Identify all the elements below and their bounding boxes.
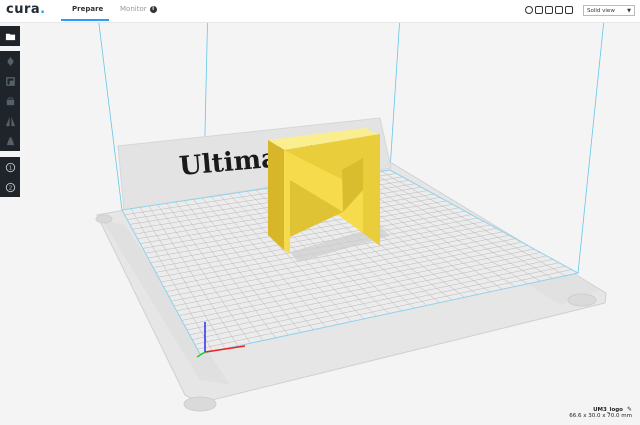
mirror-icon bbox=[5, 116, 15, 126]
mirror-tool-button[interactable] bbox=[0, 111, 20, 131]
active-tab-indicator bbox=[61, 19, 109, 21]
logo-text: cura bbox=[6, 2, 41, 17]
rotate-icon bbox=[6, 96, 14, 105]
camera-view-buttons bbox=[525, 6, 575, 25]
tab-monitor-label: Monitor bbox=[120, 5, 147, 13]
view-left-icon[interactable] bbox=[555, 6, 563, 14]
view-top-icon[interactable] bbox=[545, 6, 553, 14]
move-tool-button[interactable] bbox=[0, 51, 20, 71]
folder-icon bbox=[5, 33, 15, 40]
per-model-settings-button[interactable] bbox=[0, 131, 20, 151]
extruder-2-icon: 2 bbox=[5, 182, 15, 192]
view-mode-select[interactable]: Solid view ▼ bbox=[583, 5, 635, 16]
top-bar: cura. Prepare Monitor i Solid view ▼ bbox=[0, 0, 640, 23]
chevron-down-icon: ▼ bbox=[627, 8, 631, 14]
cura-logo: cura. bbox=[6, 2, 46, 17]
view-front-icon[interactable] bbox=[535, 6, 543, 14]
tab-prepare[interactable]: Prepare bbox=[72, 5, 103, 13]
scale-tool-button[interactable] bbox=[0, 71, 20, 91]
extruder-1-icon: 1 bbox=[5, 162, 15, 172]
extruder-1-button[interactable]: 1 bbox=[0, 157, 20, 177]
open-file-button[interactable] bbox=[0, 26, 20, 46]
extruder-2-label: 2 bbox=[8, 185, 12, 191]
tab-monitor[interactable]: Monitor i bbox=[120, 5, 157, 13]
extruder-2-button[interactable]: 2 bbox=[0, 177, 20, 197]
view-mode-value: Solid view bbox=[587, 8, 615, 14]
build-plate-viewport[interactable]: Ultimaker 3 bbox=[0, 0, 640, 425]
settings-icon bbox=[6, 136, 14, 145]
info-icon: i bbox=[149, 5, 157, 13]
left-toolbar: 1 2 bbox=[0, 26, 20, 200]
rotate-tool-button[interactable] bbox=[0, 91, 20, 111]
view-right-icon[interactable] bbox=[565, 6, 573, 14]
object-dimensions: 66.6 x 30.0 x 70.0 mm bbox=[569, 413, 632, 419]
move-icon bbox=[7, 56, 13, 66]
logo-dot: . bbox=[40, 2, 46, 17]
object-info-panel: UM3_logo ✎ 66.6 x 30.0 x 70.0 mm bbox=[569, 406, 632, 419]
edit-pencil-icon[interactable]: ✎ bbox=[627, 406, 632, 413]
view-3d-icon[interactable] bbox=[525, 6, 533, 14]
extruder-1-label: 1 bbox=[8, 165, 12, 171]
scale-icon bbox=[5, 76, 15, 86]
